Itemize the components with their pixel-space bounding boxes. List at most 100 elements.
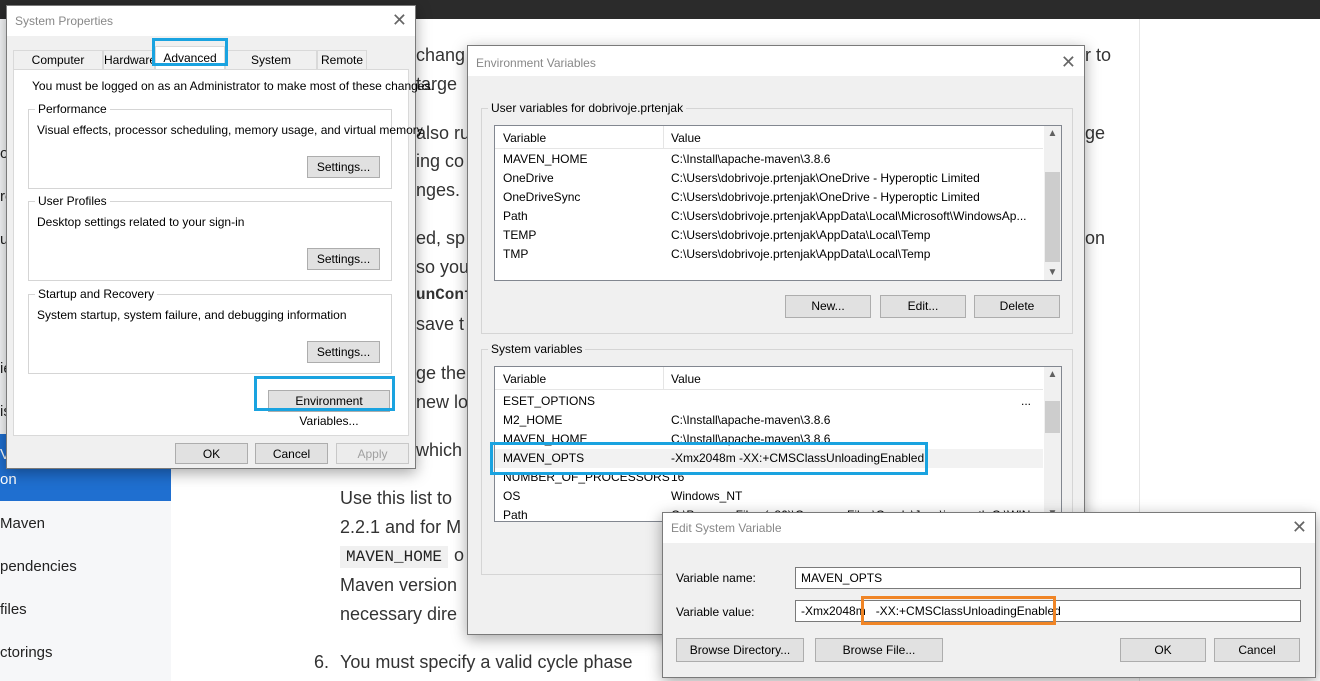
group-label: User variables for dobrivoje.prtenjak bbox=[488, 101, 687, 115]
doc-text: also ru bbox=[416, 123, 471, 143]
sidebar-item-maven[interactable]: Maven bbox=[0, 515, 45, 532]
value-highlight bbox=[861, 596, 1056, 625]
title-bar: Environment Variables ✕ bbox=[468, 46, 1084, 76]
doc-text: ing co bbox=[416, 151, 465, 171]
list-item[interactable]: MAVEN_HOME C:\Install\apache-maven\3.8.6 bbox=[495, 150, 1043, 169]
value-part: -Xmx2048m bbox=[801, 604, 866, 618]
sidebar-item-dependencies[interactable]: pendencies bbox=[0, 558, 77, 575]
column-divider bbox=[663, 126, 664, 148]
list-item[interactable]: TMP C:\Users\dobrivoje.prtenjak\AppData\L… bbox=[495, 245, 1043, 264]
performance-group: Performance Visual effects, processor sc… bbox=[28, 102, 423, 189]
new-user-variable-button[interactable]: New... bbox=[785, 295, 871, 318]
var-value: C:\Users\dobrivoje.prtenjak\OneDrive - H… bbox=[671, 190, 980, 204]
tab-computer-name[interactable]: Computer Name bbox=[13, 50, 103, 85]
list-header: Variable Value bbox=[495, 126, 1043, 149]
doc-text: Maven version bbox=[340, 575, 458, 595]
variable-name-label: Variable name: bbox=[676, 571, 756, 585]
env-vars-button-highlight bbox=[254, 376, 395, 411]
scroll-down-icon[interactable]: ▼ bbox=[1044, 267, 1061, 278]
var-name: TEMP bbox=[503, 228, 537, 242]
scroll-up-icon[interactable]: ▲ bbox=[1044, 369, 1061, 380]
var-name: ESET_OPTIONS bbox=[503, 394, 596, 408]
column-value[interactable]: Value bbox=[671, 131, 701, 145]
ok-button[interactable]: OK bbox=[175, 443, 248, 464]
group-description: Visual effects, processor scheduling, me… bbox=[37, 123, 423, 137]
var-name: OneDrive bbox=[503, 171, 554, 185]
ok-button[interactable]: OK bbox=[1120, 638, 1206, 662]
doc-text: chang bbox=[416, 45, 466, 65]
list-item[interactable]: M2_HOME C:\Install\apache-maven\3.8.6 bbox=[495, 411, 1043, 430]
doc-text: ge the bbox=[416, 363, 467, 383]
dialog-title: Environment Variables bbox=[476, 56, 596, 70]
doc-text: on bbox=[1085, 228, 1106, 248]
tab-remote[interactable]: Remote bbox=[317, 50, 367, 70]
group-label: Startup and Recovery bbox=[35, 287, 158, 301]
var-name: Path bbox=[503, 508, 528, 522]
cancel-button[interactable]: Cancel bbox=[255, 443, 328, 464]
tab-system-protection[interactable]: System Protection bbox=[225, 50, 317, 85]
group-description: Desktop settings related to your sign-in bbox=[37, 215, 245, 229]
close-icon[interactable]: ✕ bbox=[1292, 517, 1307, 538]
var-name: OneDriveSync bbox=[503, 190, 581, 204]
group-description: System startup, system failure, and debu… bbox=[37, 308, 347, 322]
list-item[interactable]: Path C:\Users\dobrivoje.prtenjak\AppData\… bbox=[495, 207, 1043, 226]
edit-user-variable-button[interactable]: Edit... bbox=[880, 295, 966, 318]
tab-hardware[interactable]: Hardware bbox=[103, 50, 156, 70]
scrollbar-thumb[interactable] bbox=[1045, 172, 1060, 262]
browse-directory-button[interactable]: Browse Directory... bbox=[676, 638, 804, 662]
edit-system-variable-dialog: Edit System Variable ✕ Variable name: MA… bbox=[662, 512, 1316, 678]
var-value: ... bbox=[1020, 394, 1031, 408]
doc-text: 2.2.1 and for M bbox=[340, 517, 462, 537]
list-item[interactable]: TEMP C:\Users\dobrivoje.prtenjak\AppData\… bbox=[495, 226, 1043, 245]
list-item[interactable]: OS Windows_NT bbox=[495, 487, 1043, 506]
maven-opts-row-highlight bbox=[490, 442, 928, 475]
user-variables-list[interactable]: Variable Value MAVEN_HOME C:\Install\apac… bbox=[494, 125, 1062, 281]
dialog-title: Edit System Variable bbox=[671, 521, 782, 535]
column-variable[interactable]: Variable bbox=[503, 131, 546, 145]
title-bar: Edit System Variable ✕ bbox=[663, 513, 1315, 543]
scrollbar[interactable]: ▲ ▼ bbox=[1044, 126, 1061, 280]
advanced-tab-highlight bbox=[152, 38, 228, 66]
startup-recovery-group: Startup and Recovery System startup, sys… bbox=[28, 287, 392, 374]
doc-text: nges. bbox=[416, 180, 461, 200]
var-name: MAVEN_HOME bbox=[503, 152, 588, 166]
list-item[interactable]: OneDriveSync C:\Users\dobrivoje.prtenjak\… bbox=[495, 188, 1043, 207]
sidebar-item-profiles[interactable]: files bbox=[0, 601, 27, 618]
list-item[interactable]: ESET_OPTIONS... bbox=[495, 392, 1043, 411]
sidebar-item[interactable]: on bbox=[0, 471, 17, 488]
list-item[interactable]: OneDrive C:\Users\dobrivoje.prtenjak\OneD… bbox=[495, 169, 1043, 188]
close-icon[interactable]: ✕ bbox=[392, 10, 407, 31]
title-bar: System Properties ✕ bbox=[7, 6, 415, 36]
apply-button[interactable]: Apply bbox=[336, 443, 409, 464]
doc-text: which bbox=[416, 440, 463, 460]
cancel-button[interactable]: Cancel bbox=[1214, 638, 1300, 662]
var-value: C:\Install\apache-maven\3.8.6 bbox=[671, 413, 831, 427]
variable-name-input[interactable]: MAVEN_OPTS bbox=[795, 567, 1301, 589]
doc-code: MAVEN_HOME o bbox=[340, 545, 464, 568]
doc-list-number: 6. bbox=[314, 652, 330, 672]
performance-settings-button[interactable]: Settings... bbox=[307, 156, 380, 178]
var-name: Path bbox=[503, 209, 528, 223]
startup-recovery-settings-button[interactable]: Settings... bbox=[307, 341, 380, 363]
user-profiles-group: User Profiles Desktop settings related t… bbox=[28, 194, 392, 281]
doc-text: so you bbox=[416, 257, 470, 277]
scrollbar-thumb[interactable] bbox=[1045, 401, 1060, 433]
browse-file-button[interactable]: Browse File... bbox=[815, 638, 943, 662]
column-variable[interactable]: Variable bbox=[503, 372, 546, 386]
var-value: C:\Users\dobrivoje.prtenjak\AppData\Loca… bbox=[671, 209, 1027, 223]
var-value: C:\Users\dobrivoje.prtenjak\OneDrive - H… bbox=[671, 171, 980, 185]
column-value[interactable]: Value bbox=[671, 372, 701, 386]
sidebar-item-refactorings[interactable]: ctorings bbox=[0, 644, 53, 661]
scrollbar[interactable]: ▲ ▼ bbox=[1044, 367, 1061, 521]
var-value: C:\Users\dobrivoje.prtenjak\AppData\Loca… bbox=[671, 247, 931, 261]
doc-text: necessary dire bbox=[340, 604, 458, 624]
close-icon[interactable]: ✕ bbox=[1061, 52, 1076, 73]
column-divider bbox=[663, 367, 664, 389]
doc-text: ed, sp bbox=[416, 228, 466, 248]
delete-user-variable-button[interactable]: Delete bbox=[974, 295, 1060, 318]
user-profiles-settings-button[interactable]: Settings... bbox=[307, 248, 380, 270]
variable-value-label: Variable value: bbox=[676, 605, 755, 619]
list-header: Variable Value bbox=[495, 367, 1043, 390]
group-label: User Profiles bbox=[35, 194, 110, 208]
scroll-up-icon[interactable]: ▲ bbox=[1044, 128, 1061, 139]
